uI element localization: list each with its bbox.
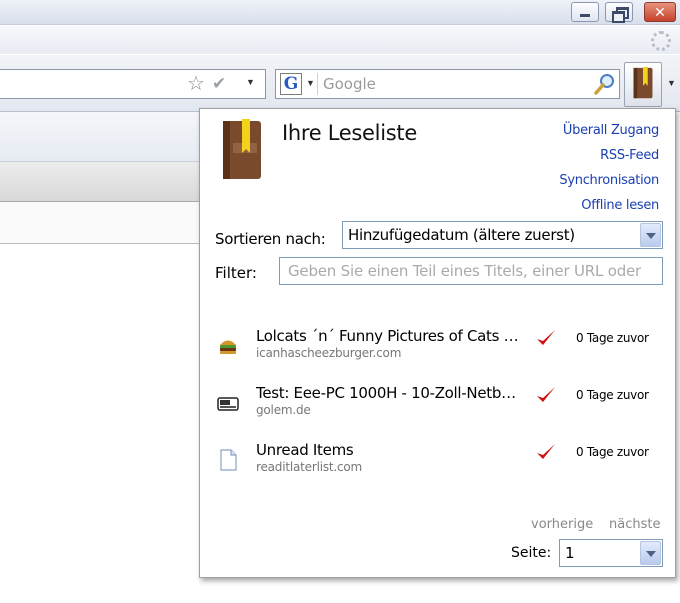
reading-list-book-icon: [633, 66, 653, 99]
item-time: 0 Tage zuvor: [576, 388, 649, 402]
panel-title: Ihre Leseliste: [282, 121, 417, 145]
window-title-bar: ✕: [0, 0, 680, 25]
address-bar[interactable]: ☆ ✔ ▼: [0, 69, 266, 99]
chevron-down-icon[interactable]: ▼: [246, 77, 255, 87]
filter-input[interactable]: [279, 257, 663, 285]
check-icon[interactable]: [535, 384, 557, 406]
chevron-down-icon[interactable]: [640, 223, 661, 247]
sort-label: Sortieren nach:: [215, 230, 326, 248]
page-label: Seite:: [511, 545, 552, 561]
sort-select[interactable]: Hinzufügedatum (ältere zuerst): [342, 221, 663, 249]
close-button[interactable]: ✕: [644, 2, 676, 22]
check-icon[interactable]: [535, 441, 557, 463]
check-icon[interactable]: ✔: [212, 72, 226, 96]
restore-button[interactable]: [605, 2, 633, 23]
chevron-down-icon[interactable]: ▼: [667, 78, 676, 88]
reading-list-button[interactable]: [624, 62, 662, 107]
page-icon: [220, 449, 237, 471]
item-title[interactable]: Unread Items: [256, 441, 522, 459]
minimize-button[interactable]: [571, 2, 599, 22]
magnifier-icon[interactable]: [594, 73, 616, 95]
access-everywhere-link[interactable]: Überall Zugang: [563, 123, 659, 138]
chevron-down-icon[interactable]: [640, 541, 661, 565]
list-item[interactable]: Unread Items readitlaterlist.com 0 Tage …: [200, 441, 675, 481]
reading-list-panel: Ihre Leseliste Überall Zugang RSS-Feed S…: [199, 108, 676, 578]
synchronisation-link[interactable]: Synchronisation: [559, 173, 659, 188]
search-input[interactable]: [323, 74, 583, 94]
sort-value: Hinzufügedatum (ältere zuerst): [348, 226, 575, 244]
throbber-icon: [651, 31, 671, 51]
item-url: readitlaterlist.com: [256, 460, 363, 474]
item-url: icanhascheezburger.com: [256, 346, 402, 360]
item-time: 0 Tage zuvor: [576, 331, 649, 345]
previous-page-link[interactable]: vorherige: [531, 517, 593, 532]
offline-read-link[interactable]: Offline lesen: [581, 198, 659, 213]
filter-label: Filter:: [215, 264, 257, 282]
page-toolbar: [0, 162, 200, 202]
netbook-icon: [217, 397, 239, 411]
page-value: 1: [565, 544, 575, 562]
book-icon: [223, 119, 261, 179]
page-subbar: [0, 202, 200, 244]
check-icon[interactable]: [535, 327, 557, 349]
google-g-icon: G: [280, 73, 302, 95]
rss-feed-link[interactable]: RSS-Feed: [600, 148, 659, 163]
list-item[interactable]: Test: Eee-PC 1000H - 10-Zoll-Netbook mit…: [200, 384, 675, 424]
page-header: [0, 112, 200, 162]
item-time: 0 Tage zuvor: [576, 445, 649, 459]
list-item[interactable]: Lolcats ´n´ Funny Pictures of Cats - I C…: [200, 327, 675, 367]
next-page-link[interactable]: nächste: [609, 517, 660, 532]
item-title[interactable]: Test: Eee-PC 1000H - 10-Zoll-Netbook mit…: [256, 384, 522, 402]
close-icon: ✕: [654, 4, 666, 20]
item-url: golem.de: [256, 403, 311, 417]
star-icon[interactable]: ☆: [187, 72, 205, 96]
chevron-down-icon: ▼: [306, 78, 315, 88]
search-engine-button[interactable]: G ▼: [278, 73, 318, 95]
menu-strip: [0, 26, 680, 54]
item-title[interactable]: Lolcats ´n´ Funny Pictures of Cats - I C…: [256, 327, 522, 345]
burger-icon: [220, 340, 236, 354]
page-select[interactable]: 1: [559, 539, 663, 567]
search-bar: G ▼: [275, 69, 620, 99]
